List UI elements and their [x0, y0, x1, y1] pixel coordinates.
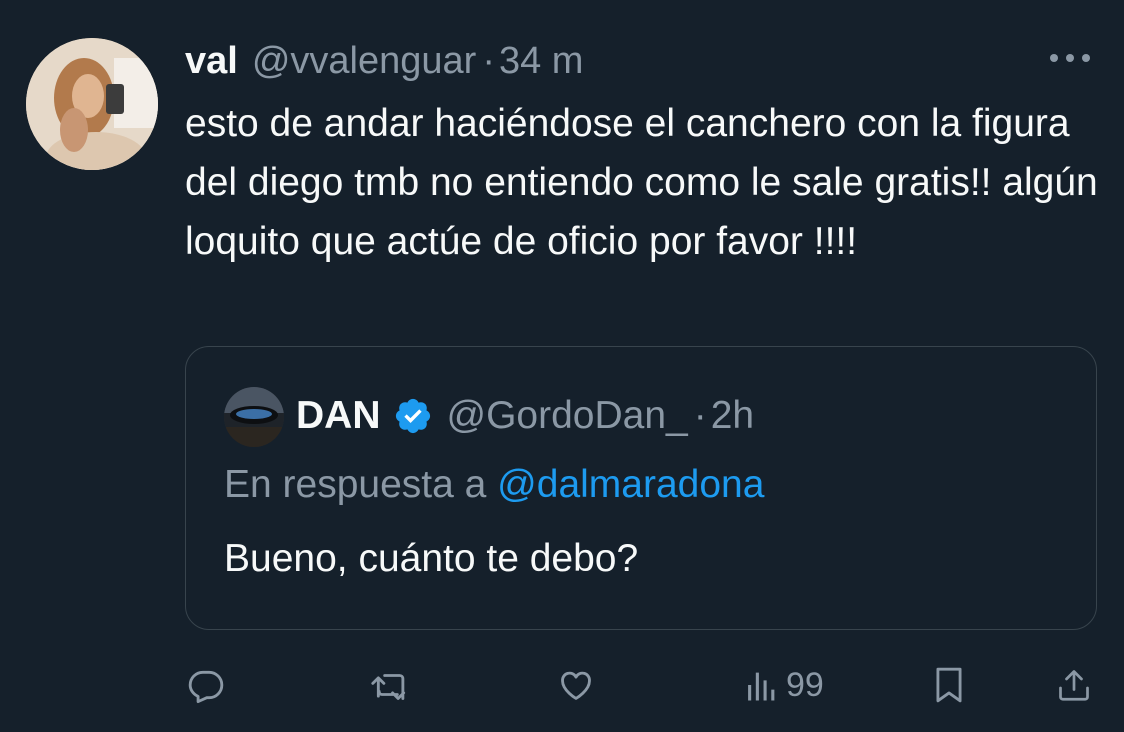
reply-button[interactable] [187, 660, 225, 710]
more-options-button[interactable] [1046, 44, 1094, 72]
verified-badge-icon [395, 398, 430, 434]
views-count: 99 [786, 665, 824, 704]
tweet-timestamp[interactable]: 34 m [499, 40, 583, 83]
quoted-tweet-text: Bueno, cuánto te debo? [224, 537, 639, 580]
views-button[interactable]: 99 [746, 660, 824, 710]
reply-context-prefix: En respuesta a [224, 463, 498, 506]
quoted-author-handle: @GordoDan_ [446, 394, 688, 437]
reply-icon [188, 670, 224, 704]
author-display-name[interactable]: val [185, 40, 238, 83]
bookmark-icon [936, 667, 962, 703]
quoted-author-avatar [224, 387, 284, 447]
avatar-photo [224, 387, 284, 447]
separator-dot: · [482, 39, 495, 82]
retweet-icon [371, 674, 406, 700]
reply-mention-link[interactable]: @dalmaradona [497, 463, 764, 506]
tweet-text: esto de andar haciéndose el canchero con… [185, 102, 1098, 263]
author-handle[interactable]: @vvalenguar [252, 40, 476, 83]
separator-dot: · [693, 394, 707, 437]
like-button[interactable] [556, 660, 596, 710]
quoted-author-display-name: DAN [296, 394, 381, 437]
retweet-button[interactable] [370, 660, 412, 710]
bookmark-button[interactable] [932, 660, 966, 710]
quoted-tweet-header: DAN @GordoDan_ · 2h [296, 393, 754, 439]
avatar-photo [26, 38, 158, 170]
views-icon [748, 672, 775, 701]
quoted-tweet[interactable]: DAN @GordoDan_ · 2h En respuesta a @dalm… [185, 346, 1097, 630]
author-avatar[interactable] [26, 38, 158, 170]
share-icon [1059, 670, 1089, 701]
tweet-action-bar: 99 [0, 660, 1124, 710]
tweet-header: val @vvalenguar · 34 m [185, 40, 583, 82]
quoted-tweet-timestamp: 2h [710, 394, 755, 437]
reply-context: En respuesta a @dalmaradona [224, 463, 764, 507]
more-horizontal-icon [1050, 54, 1058, 62]
share-button[interactable] [1056, 660, 1092, 710]
like-icon [561, 671, 591, 700]
